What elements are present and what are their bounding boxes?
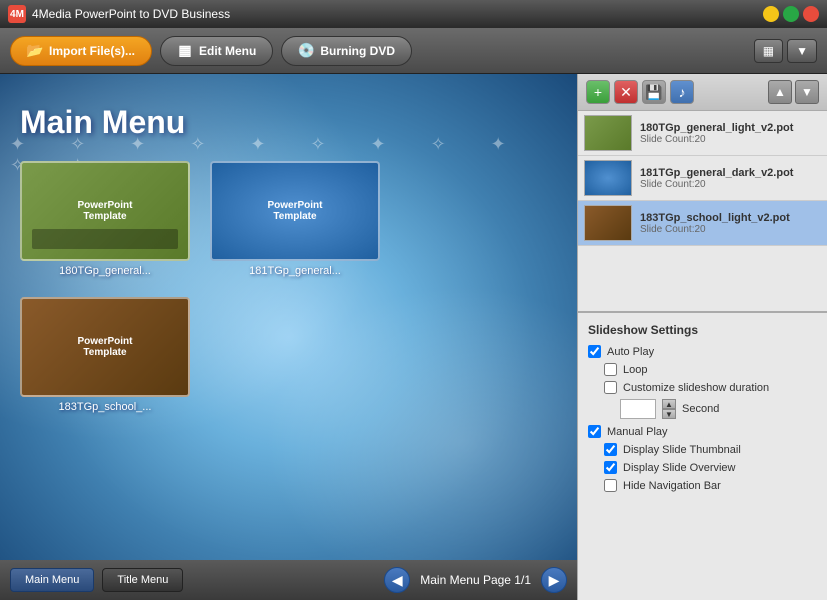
window-controls <box>763 6 819 22</box>
display-overview-checkbox[interactable] <box>604 461 617 474</box>
app-title: 4Media PowerPoint to DVD Business <box>32 7 763 21</box>
customize-label[interactable]: Customize slideshow duration <box>623 382 769 394</box>
thumbnails-grid: 180TGp_general... 181TGp_general... 183T… <box>20 161 557 413</box>
customize-checkbox[interactable] <box>604 381 617 394</box>
customize-row: Customize slideshow duration <box>588 381 817 394</box>
thumbnail-item-3[interactable]: 183TGp_school_... <box>20 297 190 413</box>
move-up-button[interactable]: ▲ <box>768 80 792 104</box>
duration-row: 5 ▲ ▼ Second <box>588 399 817 419</box>
import-icon: 📂 <box>27 43 43 59</box>
minimize-button[interactable] <box>763 6 779 22</box>
loop-checkbox[interactable] <box>604 363 617 376</box>
template-slides-3: Slide Count:20 <box>640 224 821 235</box>
add-template-button[interactable]: + <box>586 80 610 104</box>
page-label: Main Menu Page 1/1 <box>420 573 531 587</box>
toolbar-dropdown-button[interactable]: ▼ <box>787 39 817 63</box>
navigation-area: ◀ Main Menu Page 1/1 ▶ <box>384 567 567 593</box>
template-item-1[interactable]: 180TGp_general_light_v2.pot Slide Count:… <box>578 111 827 156</box>
template-name-3: 183TGp_school_light_v2.pot <box>640 212 821 224</box>
right-panel: + ✕ 💾 ♪ ▲ ▼ 180TGp_general_light_v2.pot … <box>577 74 827 600</box>
template-list: 180TGp_general_light_v2.pot Slide Count:… <box>578 111 827 311</box>
next-page-button[interactable]: ▶ <box>541 567 567 593</box>
hide-nav-label[interactable]: Hide Navigation Bar <box>623 480 721 492</box>
music-template-button[interactable]: ♪ <box>670 80 694 104</box>
template-info-1: 180TGp_general_light_v2.pot Slide Count:… <box>640 122 821 145</box>
import-files-button[interactable]: 📂 Import File(s)... <box>10 36 152 66</box>
dvd-icon: 💿 <box>298 43 314 59</box>
remove-template-button[interactable]: ✕ <box>614 80 638 104</box>
hide-nav-checkbox[interactable] <box>604 479 617 492</box>
auto-play-row: Auto Play <box>588 345 817 358</box>
main-menu-button[interactable]: Main Menu <box>10 568 94 592</box>
edit-menu-icon: ▦ <box>177 43 193 59</box>
burning-dvd-button[interactable]: 💿 Burning DVD <box>281 36 412 66</box>
title-menu-button[interactable]: Title Menu <box>102 568 183 592</box>
save-template-button[interactable]: 💾 <box>642 80 666 104</box>
maximize-button[interactable] <box>783 6 799 22</box>
thumbnail-label-3: 183TGp_school_... <box>59 401 152 413</box>
list-nav-buttons: ▲ ▼ <box>768 80 819 104</box>
settings-title: Slideshow Settings <box>588 323 817 337</box>
template-item-3[interactable]: 183TGp_school_light_v2.pot Slide Count:2… <box>578 201 827 246</box>
loop-label[interactable]: Loop <box>623 364 647 376</box>
slideshow-settings: Slideshow Settings Auto Play Loop Custom… <box>578 311 827 507</box>
template-thumb-3 <box>584 205 632 241</box>
manual-play-label[interactable]: Manual Play <box>607 426 668 438</box>
second-label: Second <box>682 403 719 415</box>
duration-spinner: ▲ ▼ <box>662 399 676 419</box>
spin-down-button[interactable]: ▼ <box>662 409 676 419</box>
thumbnail-label-2: 181TGp_general... <box>249 265 341 277</box>
manual-play-row: Manual Play <box>588 425 817 438</box>
thumbnail-item-2[interactable]: 181TGp_general... <box>210 161 380 277</box>
thumbnail-image-2 <box>210 161 380 261</box>
duration-input[interactable]: 5 <box>620 399 656 419</box>
template-slides-1: Slide Count:20 <box>640 134 821 145</box>
thumbnail-label-1: 180TGp_general... <box>59 265 151 277</box>
spin-up-button[interactable]: ▲ <box>662 399 676 409</box>
hide-nav-row: Hide Navigation Bar <box>588 479 817 492</box>
template-name-1: 180TGp_general_light_v2.pot <box>640 122 821 134</box>
template-info-2: 181TGp_general_dark_v2.pot Slide Count:2… <box>640 167 821 190</box>
app-icon: 4M <box>8 5 26 23</box>
bottom-bar: Main Menu Title Menu ◀ Main Menu Page 1/… <box>0 560 577 600</box>
template-thumb-1 <box>584 115 632 151</box>
thumbnail-image-1 <box>20 161 190 261</box>
auto-play-label[interactable]: Auto Play <box>607 346 654 358</box>
manual-play-checkbox[interactable] <box>588 425 601 438</box>
display-thumbnail-checkbox[interactable] <box>604 443 617 456</box>
titlebar: 4M 4Media PowerPoint to DVD Business <box>0 0 827 28</box>
display-thumbnail-row: Display Slide Thumbnail <box>588 443 817 456</box>
template-name-2: 181TGp_general_dark_v2.pot <box>640 167 821 179</box>
toolbar-right: ▦ ▼ <box>754 39 817 63</box>
thumbnail-image-3 <box>20 297 190 397</box>
thumbnail-item-1[interactable]: 180TGp_general... <box>20 161 190 277</box>
menu-title: Main Menu <box>20 104 557 141</box>
display-overview-label[interactable]: Display Slide Overview <box>623 462 735 474</box>
move-down-button[interactable]: ▼ <box>795 80 819 104</box>
close-button[interactable] <box>803 6 819 22</box>
template-item-2[interactable]: 181TGp_general_dark_v2.pot Slide Count:2… <box>578 156 827 201</box>
toolbar: 📂 Import File(s)... ▦ Edit Menu 💿 Burnin… <box>0 28 827 74</box>
auto-play-checkbox[interactable] <box>588 345 601 358</box>
template-thumb-2 <box>584 160 632 196</box>
display-thumbnail-label[interactable]: Display Slide Thumbnail <box>623 444 741 456</box>
edit-menu-button[interactable]: ▦ Edit Menu <box>160 36 273 66</box>
loop-row: Loop <box>588 363 817 376</box>
prev-page-button[interactable]: ◀ <box>384 567 410 593</box>
toolbar-grid-button[interactable]: ▦ <box>754 39 783 63</box>
main-content: Main Menu 180TGp_general... 181TGp_gener… <box>0 74 827 600</box>
template-slides-2: Slide Count:20 <box>640 179 821 190</box>
preview-panel: Main Menu 180TGp_general... 181TGp_gener… <box>0 74 577 600</box>
template-list-header: + ✕ 💾 ♪ ▲ ▼ <box>578 74 827 111</box>
display-overview-row: Display Slide Overview <box>588 461 817 474</box>
template-info-3: 183TGp_school_light_v2.pot Slide Count:2… <box>640 212 821 235</box>
